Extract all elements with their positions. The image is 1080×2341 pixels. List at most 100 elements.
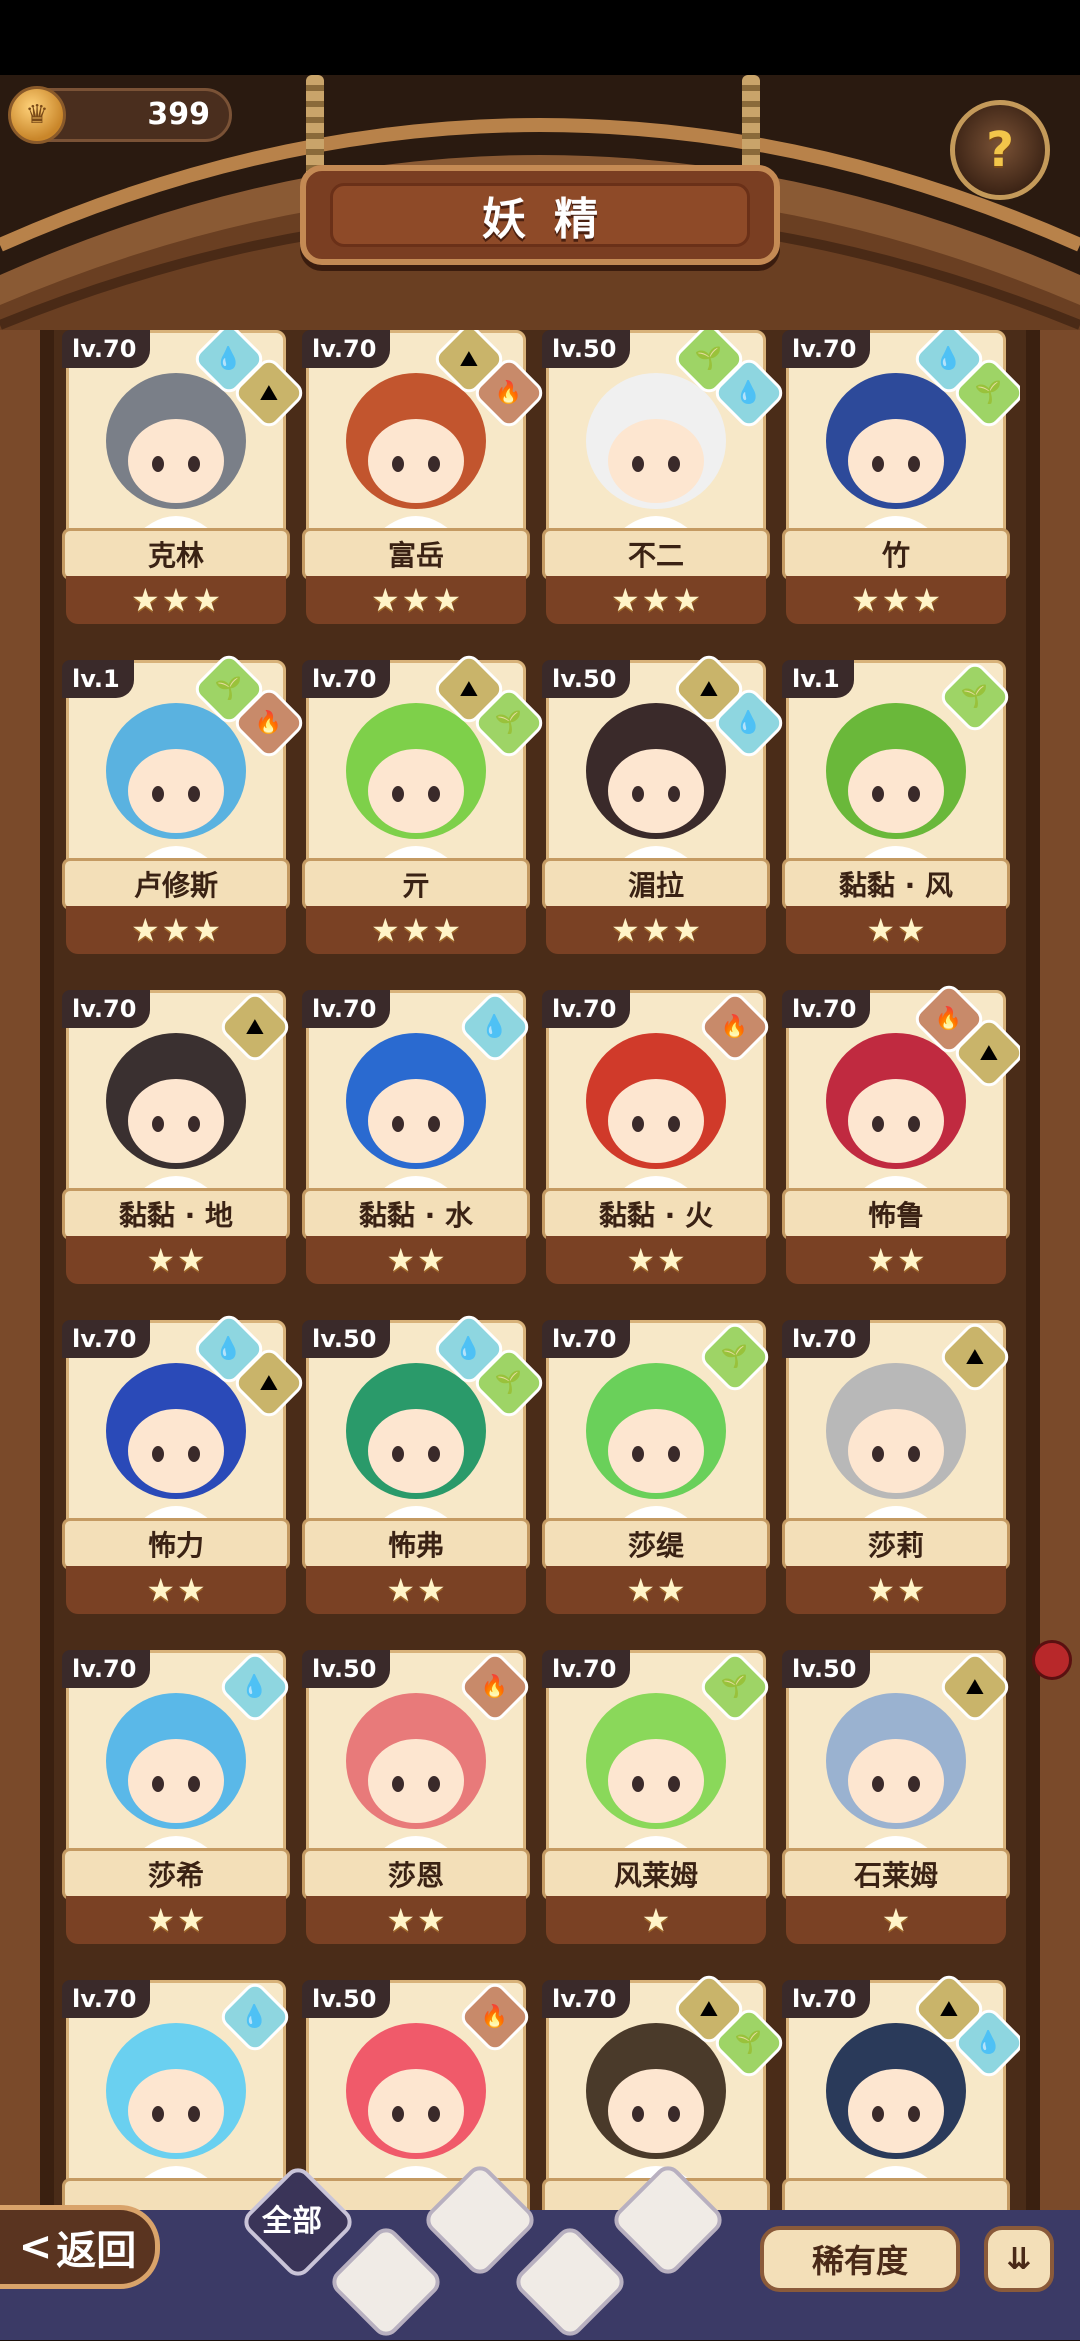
- level-badge: lv.70: [782, 1980, 871, 2018]
- fairy-name: 莎恩: [302, 1848, 530, 1900]
- fairy-card[interactable]: lv.70 💧 ⛰ 怖力 ★ ★: [62, 1310, 308, 1618]
- level-badge: lv.70: [782, 330, 871, 368]
- star-icon: ★: [401, 581, 431, 619]
- star-icon: ★: [610, 581, 640, 619]
- star-rating: ★ ★: [66, 1566, 286, 1614]
- star-icon: ★: [417, 1571, 446, 1609]
- fairy-name: 怖力: [62, 1518, 290, 1570]
- fairy-card[interactable]: lv.70 ⛰ 黏黏 · 地 ★ ★: [62, 988, 294, 1288]
- fairy-card[interactable]: lv.1 🌱 🔥 卢修斯 ★ ★ ★: [62, 650, 308, 958]
- star-rating: ★ ★: [786, 1566, 1006, 1614]
- level-badge: lv.70: [542, 990, 631, 1028]
- fairy-card[interactable]: lv.70 🔥 ⛰ 怖鲁 ★ ★: [782, 980, 1020, 1288]
- fairy-card[interactable]: lv.70 💧 ⛰ 克林 ★ ★ ★: [62, 330, 308, 628]
- star-rating: ★ ★: [786, 906, 1006, 954]
- level-badge: lv.70: [62, 1320, 151, 1358]
- fairy-name: 黏黏 · 火: [542, 1188, 770, 1240]
- level-badge: lv.70: [542, 1980, 631, 2018]
- fairy-name: 竹: [782, 528, 1010, 580]
- star-icon: ★: [897, 911, 926, 949]
- level-badge: lv.1: [782, 660, 854, 698]
- fairy-card[interactable]: lv.50 🔥 莎恩 ★ ★: [302, 1648, 534, 1948]
- fairy-card[interactable]: lv.50 🌱 💧 不二 ★ ★ ★: [542, 330, 788, 628]
- fairy-name: 风莱姆: [542, 1848, 770, 1900]
- help-button[interactable]: ?: [950, 100, 1050, 200]
- star-rating: ★ ★ ★: [66, 576, 286, 624]
- star-icon: ★: [657, 1571, 686, 1609]
- star-rating: ★ ★: [546, 1236, 766, 1284]
- fairy-card[interactable]: lv.1 🌱 黏黏 · 风 ★ ★: [782, 658, 1014, 958]
- fairy-card[interactable]: lv.70 💧 黏黏 · 水 ★ ★: [302, 988, 534, 1288]
- fairy-name: 亓: [302, 858, 530, 910]
- star-rating: ★ ★ ★: [546, 576, 766, 624]
- fairy-card[interactable]: lv.50 ⛰ 💧 湄拉 ★ ★ ★: [542, 650, 788, 958]
- star-icon: ★: [177, 1571, 206, 1609]
- chevron-left-icon: <: [18, 2224, 53, 2270]
- star-icon: ★: [370, 581, 400, 619]
- level-badge: lv.1: [62, 660, 134, 698]
- star-icon: ★: [672, 581, 702, 619]
- fairy-card[interactable]: lv.70 🌱 风莱姆 ★: [542, 1648, 774, 1948]
- help-icon: ?: [986, 122, 1014, 178]
- fairy-name: 黏黏 · 地: [62, 1188, 290, 1240]
- filter-all-label: 全部: [262, 2204, 322, 2239]
- star-icon: ★: [161, 581, 191, 619]
- back-button[interactable]: < 返回: [0, 2205, 160, 2289]
- level-badge: lv.50: [302, 1980, 391, 2018]
- level-badge: lv.70: [302, 330, 391, 368]
- level-badge: lv.50: [302, 1650, 391, 1688]
- star-icon: ★: [146, 1901, 175, 1939]
- star-icon: ★: [386, 1571, 415, 1609]
- fairy-name: 黏黏 · 水: [302, 1188, 530, 1240]
- star-icon: ★: [897, 1241, 926, 1279]
- level-badge: lv.70: [542, 1650, 631, 1688]
- fairy-name: 不二: [542, 528, 770, 580]
- fairy-card[interactable]: lv.70 💧 🌱 竹 ★ ★ ★: [782, 330, 1020, 628]
- star-icon: ★: [177, 1241, 206, 1279]
- fairy-card[interactable]: lv.70 💧 莎希 ★ ★: [62, 1648, 294, 1948]
- fairy-card[interactable]: lv.70 🔥 黏黏 · 火 ★ ★: [542, 988, 774, 1288]
- title-board: 妖精: [300, 165, 780, 265]
- star-rating: ★ ★: [66, 1236, 286, 1284]
- back-label: 返回: [56, 2228, 137, 2274]
- star-icon: ★: [417, 1901, 446, 1939]
- scrollbar-thumb[interactable]: [1032, 1640, 1072, 1680]
- star-icon: ★: [401, 911, 431, 949]
- rarity-sort-button[interactable]: 稀有度: [760, 2226, 960, 2292]
- fairy-card[interactable]: lv.70 ⛰ 🔥 富岳 ★ ★ ★: [302, 330, 548, 628]
- fairy-name: 莎莉: [782, 1518, 1010, 1570]
- sort-descending-icon[interactable]: ⇊: [984, 2226, 1054, 2292]
- page-title: 妖精: [330, 183, 750, 247]
- currency-value: 399: [147, 97, 210, 132]
- level-badge: lv.50: [542, 330, 631, 368]
- star-icon: ★: [417, 1241, 446, 1279]
- star-icon: ★: [641, 581, 671, 619]
- level-badge: lv.70: [302, 990, 391, 1028]
- star-rating: ★ ★ ★: [786, 576, 1006, 624]
- star-icon: ★: [912, 581, 942, 619]
- star-icon: ★: [386, 1241, 415, 1279]
- star-icon: ★: [161, 911, 191, 949]
- level-badge: lv.70: [782, 990, 871, 1028]
- fairy-card[interactable]: lv.70 ⛰ 🌱 亓 ★ ★ ★: [302, 650, 548, 958]
- star-icon: ★: [130, 911, 160, 949]
- star-icon: ★: [672, 911, 702, 949]
- star-icon: ★: [610, 911, 640, 949]
- level-badge: lv.50: [782, 1650, 871, 1688]
- fairy-name: 湄拉: [542, 858, 770, 910]
- fairy-card[interactable]: lv.50 💧 🌱 怖弗 ★ ★: [302, 1310, 548, 1618]
- crown-coin-icon: ♛: [8, 86, 66, 144]
- fairy-card[interactable]: lv.50 ⛰ 石莱姆 ★: [782, 1648, 1014, 1948]
- fairy-name: 怖弗: [302, 1518, 530, 1570]
- level-badge: lv.70: [62, 1650, 151, 1688]
- fairy-card[interactable]: lv.70 💧: [62, 1978, 294, 2210]
- star-icon: ★: [177, 1901, 206, 1939]
- star-icon: ★: [850, 581, 880, 619]
- level-badge: lv.70: [62, 330, 151, 368]
- star-icon: ★: [881, 581, 911, 619]
- fairy-card[interactable]: lv.70 ⛰ 莎莉 ★ ★: [782, 1318, 1014, 1618]
- status-bar: [0, 0, 1080, 75]
- fairy-name: 克林: [62, 528, 290, 580]
- fairy-card[interactable]: lv.70 ⛰ 💧: [782, 1970, 1020, 2210]
- fairy-card[interactable]: lv.70 🌱 莎缇 ★ ★: [542, 1318, 774, 1618]
